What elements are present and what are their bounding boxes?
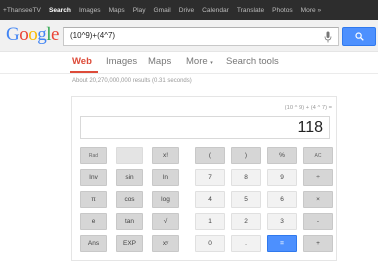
active-tab-indicator (70, 71, 98, 73)
key-open-paren[interactable]: ( (195, 147, 225, 164)
key-digit-0[interactable]: 0 (195, 235, 225, 252)
search-icon (354, 32, 364, 41)
key-divide[interactable]: ÷ (303, 169, 333, 186)
google-logo[interactable]: Google (6, 24, 59, 46)
search-query-text[interactable]: (10^9)+(4^7) (70, 31, 115, 40)
key-digit-3[interactable]: 3 (267, 213, 297, 230)
key-clear[interactable]: AC (303, 147, 333, 164)
key-plus[interactable]: + (303, 235, 333, 252)
topbar-item-play[interactable]: Play (133, 7, 146, 14)
key-inverse[interactable]: Inv (80, 169, 107, 186)
key-factorial[interactable]: x! (152, 147, 179, 164)
microphone-icon[interactable] (324, 31, 332, 43)
key-digit-5[interactable]: 5 (231, 191, 261, 208)
topbar-item-drive[interactable]: Drive (179, 7, 194, 14)
topbar-item-calendar[interactable]: Calendar (202, 7, 229, 14)
topbar-item-search[interactable]: Search (49, 7, 71, 14)
topbar-item-images[interactable]: Images (79, 7, 101, 14)
result-stats: About 20,270,000,000 results (0.31 secon… (72, 78, 192, 84)
topbar-item-more[interactable]: More » (301, 7, 322, 14)
logo-letter: e (51, 24, 59, 45)
topbar-item-photos[interactable]: Photos (272, 7, 293, 14)
search-input[interactable]: (10^9)+(4^7) (63, 27, 339, 46)
key-digit-8[interactable]: 8 (231, 169, 261, 186)
calculator-expression: (10 ^ 9) + (4 ^ 7) = (284, 105, 332, 111)
key-digit-2[interactable]: 2 (231, 213, 261, 230)
topbar-item-maps[interactable]: Maps (109, 7, 125, 14)
tab-images[interactable]: Images (106, 56, 137, 67)
key-digit-9[interactable]: 9 (267, 169, 297, 186)
key-decimal[interactable]: . (231, 235, 261, 252)
key-log[interactable]: log (152, 191, 179, 208)
key-digit-7[interactable]: 7 (195, 169, 225, 186)
key-deg[interactable] (116, 147, 143, 164)
key-e[interactable]: e (80, 213, 107, 230)
calculator-result: 118 (297, 119, 323, 136)
chevron-down-icon: ▾ (210, 60, 213, 66)
key-close-paren[interactable]: ) (231, 147, 261, 164)
topbar-item-plus[interactable]: +ThanseeTV (3, 7, 41, 14)
search-tabs: Web Images Maps More ▾ Search tools (0, 52, 378, 74)
search-button[interactable] (342, 27, 376, 46)
calculator-widget: (10 ^ 9) + (4 ^ 7) = 118 Rad x! ()% AC Inv si… (71, 96, 337, 261)
search-header: Google (10^9)+(4^7) (0, 20, 378, 52)
tab-more-label: More (186, 56, 208, 67)
tab-web[interactable]: Web (72, 56, 92, 67)
topbar-item-translate[interactable]: Translate (237, 7, 264, 14)
topbar-item-gmail[interactable]: Gmail (154, 7, 171, 14)
key-percent[interactable]: % (267, 147, 297, 164)
logo-letter: o (19, 24, 29, 45)
key-tan[interactable]: tan (116, 213, 143, 230)
calculator-display: 118 (80, 116, 330, 139)
key-pi[interactable]: π (80, 191, 107, 208)
key-rad[interactable]: Rad (80, 147, 107, 164)
key-digit-1[interactable]: 1 (195, 213, 225, 230)
tab-maps[interactable]: Maps (148, 56, 171, 67)
logo-letter: o (28, 24, 38, 45)
key-ans[interactable]: Ans (80, 235, 107, 252)
logo-letter: G (6, 24, 20, 45)
google-top-bar: +ThanseeTV Search Images Maps Play Gmail… (0, 0, 378, 20)
key-sqrt[interactable]: √ (152, 213, 179, 230)
key-digit-6[interactable]: 6 (267, 191, 297, 208)
key-cos[interactable]: cos (116, 191, 143, 208)
key-digit-4[interactable]: 4 (195, 191, 225, 208)
key-exp[interactable]: EXP (116, 235, 143, 252)
key-multiply[interactable]: × (303, 191, 333, 208)
key-minus[interactable]: - (303, 213, 333, 230)
key-ln[interactable]: ln (152, 169, 179, 186)
key-equals[interactable]: = (267, 235, 297, 252)
logo-letter: g (37, 24, 47, 45)
key-power[interactable]: xʸ (152, 235, 179, 252)
tab-more[interactable]: More ▾ (186, 56, 213, 67)
key-sin[interactable]: sin (116, 169, 143, 186)
tab-search-tools[interactable]: Search tools (226, 56, 279, 67)
